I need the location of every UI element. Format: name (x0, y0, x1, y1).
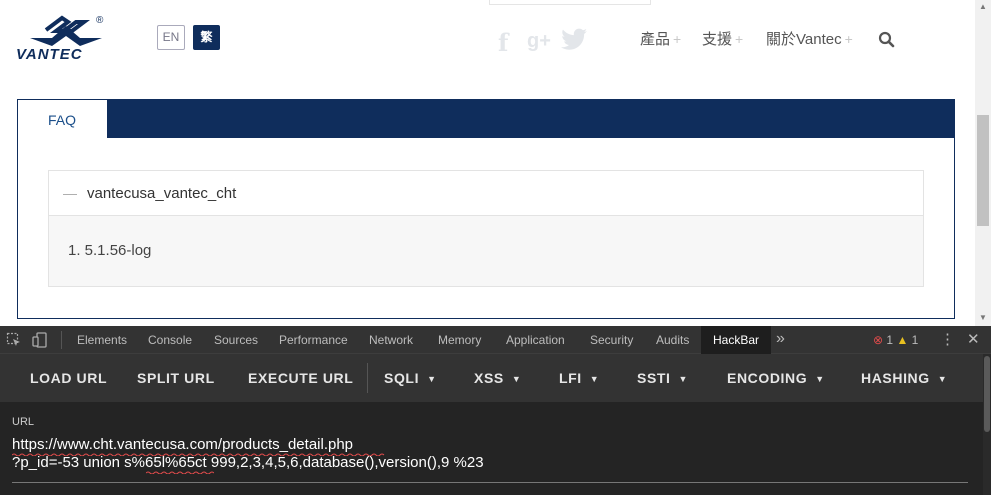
error-count: 1 (886, 333, 894, 347)
hashing-label: HASHING (861, 370, 930, 386)
top-banner-strip (489, 0, 651, 5)
faq-accordion-item: — vantecusa_vantec_cht 1. 5.1.56-log (48, 170, 924, 287)
execute-url-label: EXECUTE URL (248, 370, 354, 386)
logo-wordmark: VANTEC (16, 46, 83, 63)
tab-sources[interactable]: Sources (214, 326, 258, 354)
plus-icon: + (673, 31, 682, 47)
screen: ® VANTEC EN 繁 f g+ 產品 + 支援 + 關於Vantec + FAQ… (0, 0, 991, 495)
tab-audits[interactable]: Audits (656, 326, 689, 354)
facebook-icon[interactable]: f (498, 28, 508, 57)
tab-application[interactable]: Application (506, 326, 565, 354)
accordion-title: vantecusa_vantec_cht (87, 185, 237, 202)
encoding-dropdown[interactable]: ENCODING ▼ (727, 354, 825, 402)
load-url-button[interactable]: LOAD URL (30, 354, 107, 402)
nav-about-label: 關於Vantec (766, 31, 842, 48)
lang-en-button[interactable]: EN (157, 25, 185, 50)
devtools-panel: Elements Console Sources Performance Net… (0, 326, 991, 495)
plus-icon: + (735, 31, 744, 47)
xss-label: XSS (474, 370, 504, 386)
more-tabs-icon[interactable]: » (776, 326, 785, 352)
accordion-body: 1. 5.1.56-log (49, 216, 923, 286)
encoding-label: ENCODING (727, 370, 808, 386)
spellcheck-underline (146, 471, 214, 474)
toolbar-divider (367, 363, 368, 393)
collapse-icon: — (63, 185, 77, 201)
chevron-down-icon: ▼ (937, 374, 948, 384)
devtools-scrollbar-thumb[interactable] (984, 356, 990, 432)
lfi-label: LFI (559, 370, 582, 386)
faq-tab-bar (17, 99, 955, 139)
tab-network[interactable]: Network (369, 326, 413, 354)
url-field-underline (12, 482, 968, 483)
url-label: URL (12, 416, 35, 428)
nav-products[interactable]: 產品 + (640, 28, 681, 50)
chevron-down-icon: ▼ (511, 374, 522, 384)
hackbar-url-area: URL https://www.cht.vantecusa.com/produc… (0, 402, 983, 495)
tab-memory[interactable]: Memory (438, 326, 481, 354)
chevron-down-icon: ▼ (427, 374, 437, 384)
website-viewport: ® VANTEC EN 繁 f g+ 產品 + 支援 + 關於Vantec + FAQ… (0, 0, 975, 326)
chevron-down-icon: ▼ (678, 374, 689, 384)
sqli-dropdown[interactable]: SQLI ▼ (384, 354, 437, 402)
warning-icon: ▲ (896, 333, 909, 347)
google-plus-icon[interactable]: g+ (527, 30, 551, 56)
error-icon: ⊗ (873, 333, 884, 347)
nav-products-label: 產品 (640, 31, 671, 48)
tab-console[interactable]: Console (148, 326, 192, 354)
scroll-up-icon[interactable]: ▲ (978, 2, 988, 12)
page-scrollbar-thumb[interactable] (977, 115, 989, 226)
tab-elements[interactable]: Elements (77, 326, 127, 354)
hackbar-toolbar: LOAD URL SPLIT URL EXECUTE URL SQLI ▼ XSS… (0, 354, 983, 402)
ssti-dropdown[interactable]: SSTI ▼ (637, 354, 688, 402)
tab-security[interactable]: Security (590, 326, 633, 354)
vantec-logo[interactable]: ® VANTEC (16, 12, 116, 64)
split-url-label: SPLIT URL (137, 370, 215, 386)
close-icon[interactable]: ✕ (967, 326, 980, 354)
execute-url-button[interactable]: EXECUTE URL (248, 354, 353, 402)
ssti-label: SSTI (637, 370, 671, 386)
faq-tab[interactable]: FAQ (18, 100, 107, 140)
hashing-dropdown[interactable]: HASHING ▼ (861, 354, 947, 402)
twitter-icon[interactable] (560, 28, 588, 54)
search-icon[interactable] (878, 31, 896, 49)
registered-mark: ® (96, 15, 104, 26)
scroll-down-icon[interactable]: ▼ (978, 313, 988, 323)
chevron-down-icon: ▼ (815, 374, 825, 384)
nav-support-label: 支援 (702, 31, 733, 48)
devtools-scrollbar[interactable] (983, 354, 991, 495)
tab-hackbar[interactable]: HackBar (701, 326, 772, 354)
plus-icon: + (844, 31, 853, 47)
inspect-element-icon[interactable] (6, 332, 22, 348)
toolbar-divider (61, 331, 62, 349)
url-input-line-1[interactable]: https://www.cht.vantecusa.com/products_d… (12, 436, 353, 453)
devtools-tab-bar: Elements Console Sources Performance Net… (0, 326, 991, 354)
accordion-header[interactable]: — vantecusa_vantec_cht (49, 171, 923, 216)
page-scrollbar[interactable]: ▲ ▼ (975, 0, 991, 326)
load-url-label: LOAD URL (30, 370, 108, 386)
nav-support[interactable]: 支援 + (702, 28, 743, 50)
url-input-line-2[interactable]: ?p_id=-53 union s%65l%65ct 999,2,3,4,5,6… (12, 454, 484, 471)
nav-about[interactable]: 關於Vantec + (766, 28, 853, 50)
sqli-label: SQLI (384, 370, 420, 386)
lfi-dropdown[interactable]: LFI ▼ (559, 354, 599, 402)
kebab-menu-icon[interactable]: ⋮ (940, 326, 955, 354)
lang-zh-button[interactable]: 繁 (193, 25, 220, 50)
split-url-button[interactable]: SPLIT URL (137, 354, 215, 402)
device-toolbar-icon[interactable] (32, 332, 48, 348)
warning-count: 1 (911, 333, 919, 347)
xss-dropdown[interactable]: XSS ▼ (474, 354, 521, 402)
tab-performance[interactable]: Performance (279, 326, 348, 354)
chevron-down-icon: ▼ (589, 374, 600, 384)
issues-counter[interactable]: ⊗ 1 ▲ 1 (873, 326, 918, 354)
